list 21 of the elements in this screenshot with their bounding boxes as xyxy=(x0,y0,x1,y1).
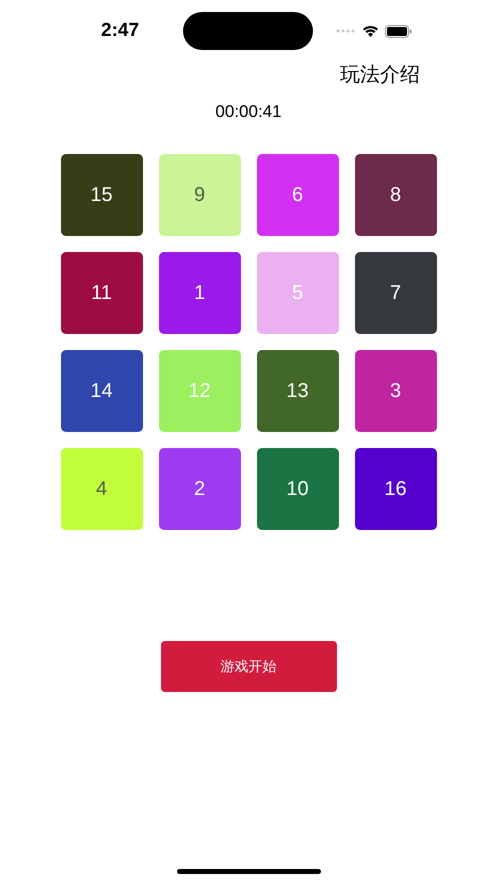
number-tile[interactable]: 3 xyxy=(354,350,436,432)
number-tile[interactable]: 13 xyxy=(256,350,338,432)
number-tile[interactable]: 16 xyxy=(354,448,436,530)
start-game-button[interactable]: 游戏开始 xyxy=(160,641,336,692)
wifi-icon xyxy=(362,25,379,37)
rules-link[interactable]: 玩法介绍 xyxy=(340,60,420,88)
number-tile[interactable]: 14 xyxy=(60,350,142,432)
number-tile[interactable]: 11 xyxy=(60,252,142,334)
number-tile[interactable]: 1 xyxy=(158,252,240,334)
number-tile[interactable]: 10 xyxy=(256,448,338,530)
number-tile[interactable]: 7 xyxy=(354,252,436,334)
timer-text: 00:00:41 xyxy=(214,102,283,123)
status-time: 2:47 xyxy=(101,20,140,42)
number-tile[interactable]: 4 xyxy=(60,448,142,530)
number-tile[interactable]: 2 xyxy=(158,448,240,530)
number-tile[interactable]: 6 xyxy=(256,154,338,236)
number-tile[interactable]: 15 xyxy=(60,154,142,236)
number-tile[interactable]: 8 xyxy=(354,154,436,236)
number-tile[interactable]: 9 xyxy=(158,154,240,236)
battery-icon xyxy=(385,24,412,38)
signal-icon xyxy=(336,29,356,33)
